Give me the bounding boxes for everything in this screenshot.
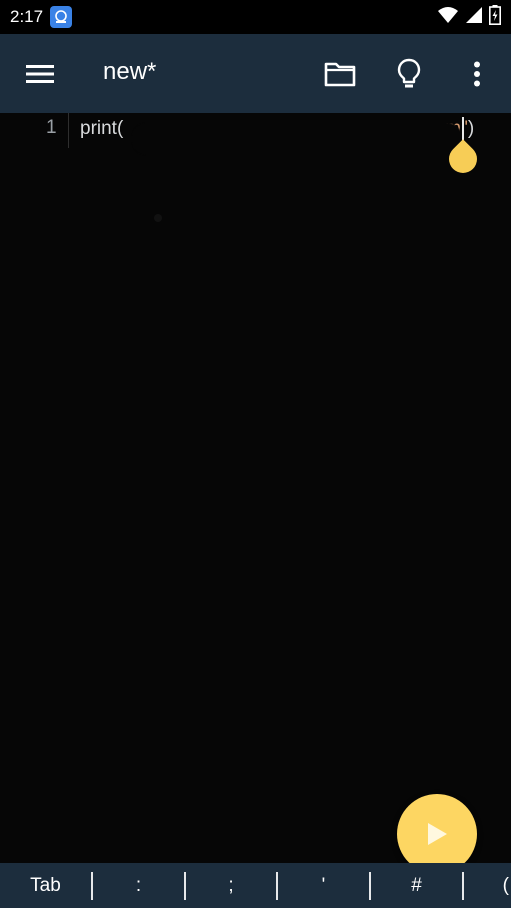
key-tab[interactable]: Tab bbox=[0, 863, 91, 908]
code-close-paren: ) bbox=[467, 118, 475, 139]
extra-keys-bar: Tab : ; ' # ( bbox=[0, 863, 511, 908]
line-number: 1 bbox=[46, 117, 57, 138]
menu-icon bbox=[26, 65, 54, 83]
redacted-region bbox=[132, 123, 462, 155]
status-time: 2:17 bbox=[10, 7, 44, 26]
hint-button[interactable] bbox=[391, 56, 427, 92]
more-options-button[interactable] bbox=[459, 56, 495, 92]
file-title: new* bbox=[103, 58, 157, 85]
run-button[interactable] bbox=[397, 794, 477, 874]
battery-charging-icon bbox=[489, 5, 501, 29]
key-open-paren[interactable]: ( bbox=[464, 863, 511, 908]
code-function: print( bbox=[80, 118, 124, 139]
key-apostrophe[interactable]: ' bbox=[278, 863, 369, 908]
folder-icon bbox=[324, 62, 356, 87]
signal-icon bbox=[465, 6, 483, 28]
code-editor[interactable]: 1 print( m" ) bbox=[0, 113, 511, 863]
status-bar: 2:17 bbox=[0, 0, 511, 34]
app-notification-icon bbox=[50, 6, 73, 28]
play-icon bbox=[428, 823, 447, 845]
more-vert-icon bbox=[474, 61, 480, 87]
key-semicolon[interactable]: ; bbox=[186, 863, 276, 908]
wifi-icon bbox=[437, 6, 459, 28]
menu-button[interactable] bbox=[22, 60, 58, 88]
app-bar: new* bbox=[0, 34, 511, 113]
key-hash[interactable]: # bbox=[371, 863, 462, 908]
text-cursor bbox=[462, 117, 464, 141]
speck bbox=[154, 214, 162, 222]
gutter-divider bbox=[68, 113, 69, 148]
screen: 2:17 new* 1 print() Tab: ; ' # ( bbox=[0, 0, 511, 908]
key-colon[interactable]: : bbox=[93, 863, 184, 908]
status-icons bbox=[437, 5, 501, 29]
open-folder-button[interactable] bbox=[322, 56, 358, 92]
lightbulb-icon bbox=[397, 58, 421, 88]
